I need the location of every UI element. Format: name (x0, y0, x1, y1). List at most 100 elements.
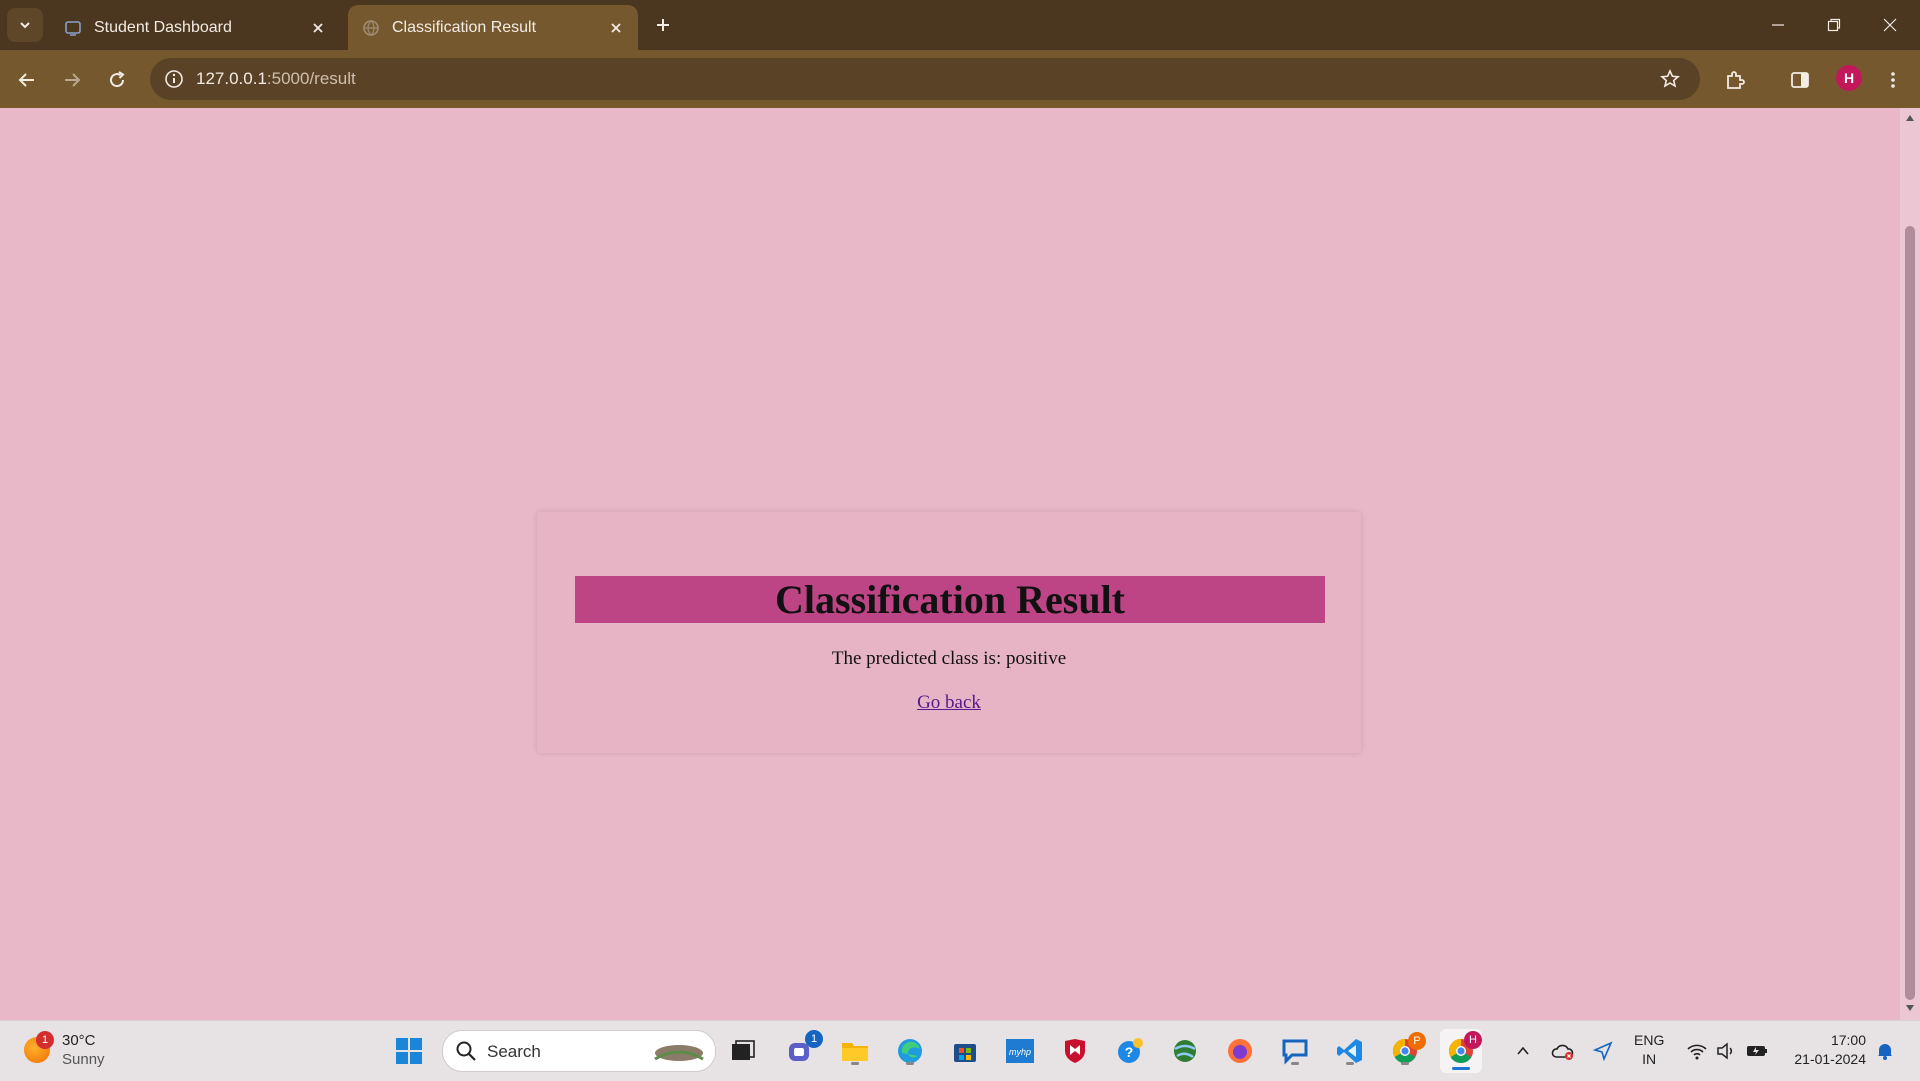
reload-button[interactable] (100, 63, 134, 97)
star-icon (1660, 69, 1680, 88)
extensions-button[interactable] (1718, 63, 1752, 97)
vertical-scrollbar[interactable] (1900, 108, 1920, 1020)
teams-badge: 1 (805, 1030, 823, 1048)
page-favicon-icon (65, 20, 81, 36)
clock[interactable]: 17:00 21-01-2024 (1786, 1031, 1866, 1069)
minimize-button[interactable] (1750, 0, 1806, 50)
tab-close-button[interactable] (306, 16, 330, 40)
browser-toolbar: 127.0.0.1:5000/result H (0, 50, 1920, 108)
side-panel-button[interactable] (1783, 63, 1817, 97)
search-placeholder: Search (487, 1042, 541, 1061)
chrome-active-badge: H (1464, 1031, 1482, 1049)
restore-button[interactable] (1806, 0, 1862, 50)
language-code: ENG (1634, 1032, 1665, 1048)
location-button[interactable] (1588, 1035, 1618, 1067)
help-button[interactable]: ? (1113, 1034, 1147, 1068)
vscode-button[interactable] (1333, 1034, 1367, 1068)
task-view-button[interactable] (726, 1034, 760, 1068)
weather-widget[interactable]: 1 30°C Sunny (24, 1031, 105, 1069)
globe-icon (1174, 1040, 1196, 1062)
chrome-profile-badge: P (1408, 1032, 1426, 1050)
page-viewport: Classification Result The predicted clas… (0, 108, 1900, 1020)
battery-button[interactable] (1742, 1035, 1772, 1067)
notifications-button[interactable] (1870, 1035, 1900, 1067)
svg-text:?: ? (1125, 1044, 1134, 1060)
minimize-icon (1772, 24, 1784, 26)
weather-badge: 1 (36, 1031, 54, 1049)
back-button[interactable] (10, 63, 44, 97)
speaker-icon (1717, 1042, 1733, 1060)
battery-charging-icon (1747, 1046, 1767, 1056)
tab-search-button[interactable] (7, 8, 43, 42)
running-indicator (1401, 1062, 1409, 1065)
show-hidden-icons-button[interactable] (1508, 1035, 1538, 1067)
sun-icon: 1 (24, 1031, 54, 1063)
volume-button[interactable] (1712, 1035, 1742, 1067)
help-icon: ? (1118, 1038, 1143, 1063)
close-icon (1883, 18, 1897, 32)
scroll-down-button[interactable] (1904, 1002, 1916, 1014)
store-icon (954, 1044, 976, 1062)
running-indicator (1291, 1062, 1299, 1065)
onedrive-button[interactable] (1548, 1035, 1578, 1067)
clock-time: 17:00 (1830, 1032, 1866, 1048)
prediction-text: The predicted class is: positive (831, 648, 1067, 669)
teams-chat-button[interactable]: 1 (783, 1030, 823, 1068)
chevron-down-icon (20, 22, 30, 29)
chrome-profile-p-button[interactable]: P (1388, 1032, 1426, 1068)
running-indicator (906, 1062, 914, 1065)
info-icon (165, 70, 183, 88)
profile-avatar[interactable]: H (1836, 65, 1862, 91)
browser-tab-strip: Student Dashboard Classification Result (0, 0, 1920, 50)
tab-classification-result[interactable]: Classification Result (348, 5, 638, 50)
tab-title: Student Dashboard (94, 18, 232, 36)
page-title: Classification Result (575, 576, 1325, 623)
mcafee-button[interactable] (1058, 1034, 1092, 1068)
bell-icon (1878, 1044, 1892, 1060)
new-tab-button[interactable] (648, 10, 678, 40)
language-indicator[interactable]: ENG IN (1634, 1031, 1664, 1069)
edge-button[interactable] (893, 1034, 927, 1068)
running-indicator (1346, 1062, 1354, 1065)
navigation-arrow-icon (1593, 1041, 1613, 1061)
weather-temperature: 30°C (62, 1032, 96, 1049)
wifi-button[interactable] (1682, 1035, 1712, 1067)
firefox-icon (1228, 1039, 1252, 1063)
file-explorer-button[interactable] (838, 1034, 872, 1068)
myhp-icon: myhp (1006, 1039, 1034, 1063)
folder-icon (842, 1043, 868, 1061)
scroll-up-button[interactable] (1904, 112, 1916, 124)
scroll-thumb[interactable] (1905, 226, 1915, 1000)
firefox-button[interactable] (1223, 1034, 1257, 1068)
bookmark-button[interactable] (1658, 67, 1682, 91)
address-bar[interactable]: 127.0.0.1:5000/result (150, 58, 1700, 100)
restore-icon (1827, 18, 1841, 32)
tab-student-dashboard[interactable]: Student Dashboard (50, 5, 340, 50)
remote-app-button[interactable] (1278, 1034, 1312, 1068)
chrome-profile-h-button[interactable]: H (1440, 1029, 1482, 1073)
taskbar-search[interactable]: Search (442, 1030, 716, 1072)
globe-icon (363, 19, 379, 36)
site-info-button[interactable] (162, 67, 186, 91)
weather-text: 30°C Sunny (62, 1031, 105, 1069)
arrow-right-icon (65, 73, 81, 87)
start-button[interactable] (392, 1034, 426, 1068)
forward-button[interactable] (55, 63, 89, 97)
globe-app-button[interactable] (1168, 1034, 1202, 1068)
myhp-button[interactable]: myhp (1003, 1034, 1037, 1068)
weather-condition: Sunny (62, 1051, 105, 1068)
close-icon (611, 22, 621, 33)
close-window-button[interactable] (1862, 0, 1918, 50)
go-back-container: Go back (537, 692, 1361, 714)
browser-menu-button[interactable] (1876, 63, 1910, 97)
chat-bubble-icon (1282, 1039, 1308, 1065)
wifi-icon (1687, 1044, 1707, 1060)
microsoft-store-button[interactable] (948, 1034, 982, 1068)
result-card: Classification Result The predicted clas… (537, 512, 1361, 753)
search-icon (456, 1041, 476, 1061)
url-host: 127.0.0.1 (196, 69, 267, 88)
tab-close-button[interactable] (604, 16, 628, 40)
active-indicator (1452, 1067, 1470, 1070)
url-text[interactable]: 127.0.0.1:5000/result (196, 69, 356, 89)
go-back-link[interactable]: Go back (917, 692, 981, 713)
